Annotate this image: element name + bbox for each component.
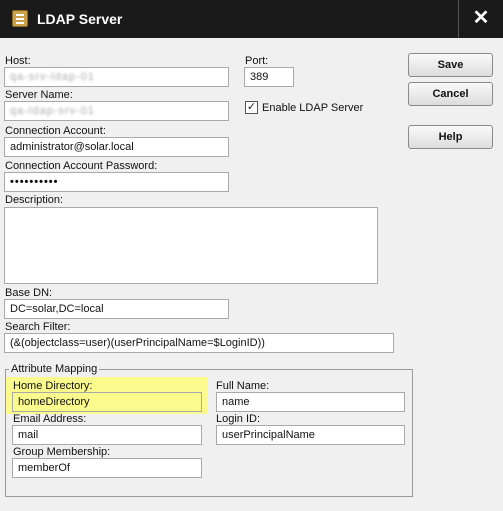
port-value: 389: [250, 71, 269, 83]
home-directory-value: homeDirectory: [18, 396, 90, 408]
group-membership-label: Group Membership:: [13, 446, 111, 458]
help-button[interactable]: Help: [408, 125, 493, 149]
email-address-value: mail: [18, 429, 39, 441]
enable-ldap-checkbox[interactable]: ✓: [245, 101, 258, 114]
server-name-field[interactable]: qa-ldap-srv-01: [4, 101, 229, 121]
host-label: Host:: [5, 55, 31, 67]
connection-password-field[interactable]: ••••••••••: [4, 172, 229, 192]
email-address-label: Email Address:: [13, 413, 87, 425]
checkmark-icon: ✓: [246, 101, 257, 113]
connection-password-label: Connection Account Password:: [5, 160, 158, 172]
description-label: Description:: [5, 194, 64, 206]
connection-account-value: administrator@solar.local: [10, 141, 134, 153]
cancel-button[interactable]: Cancel: [408, 82, 493, 106]
close-icon: ✕: [472, 7, 490, 29]
ldap-server-icon: [12, 10, 28, 27]
port-field[interactable]: 389: [244, 67, 294, 87]
save-button[interactable]: Save: [408, 53, 493, 77]
group-membership-value: memberOf: [18, 462, 70, 474]
search-filter-value: (&(objectclass=user)(userPrincipalName=$…: [10, 337, 265, 349]
connection-account-label: Connection Account:: [5, 125, 106, 137]
base-dn-value: DC=solar,DC=local: [10, 303, 104, 315]
attribute-mapping-title: Attribute Mapping: [9, 363, 100, 375]
group-membership-field[interactable]: memberOf: [12, 458, 202, 478]
base-dn-field[interactable]: DC=solar,DC=local: [4, 299, 229, 319]
close-button[interactable]: ✕: [458, 0, 503, 38]
server-name-label: Server Name:: [5, 89, 73, 101]
home-directory-label: Home Directory:: [13, 380, 93, 392]
title-bar: LDAP Server ✕: [0, 0, 503, 38]
connection-password-value: ••••••••••: [10, 176, 59, 188]
search-filter-field[interactable]: (&(objectclass=user)(userPrincipalName=$…: [4, 333, 394, 353]
full-name-value: name: [222, 396, 250, 408]
enable-ldap-label: Enable LDAP Server: [262, 102, 364, 114]
server-name-value: qa-ldap-srv-01: [10, 105, 95, 117]
login-id-field[interactable]: userPrincipalName: [216, 425, 405, 445]
home-directory-field[interactable]: homeDirectory: [12, 392, 202, 412]
login-id-value: userPrincipalName: [222, 429, 315, 441]
port-label: Port:: [245, 55, 269, 67]
search-filter-label: Search Filter:: [5, 321, 71, 333]
full-name-field[interactable]: name: [216, 392, 405, 412]
window-title: LDAP Server: [37, 11, 123, 27]
connection-account-field[interactable]: administrator@solar.local: [4, 137, 229, 157]
description-textarea[interactable]: [4, 207, 378, 284]
email-address-field[interactable]: mail: [12, 425, 202, 445]
login-id-label: Login ID:: [216, 413, 261, 425]
base-dn-label: Base DN:: [5, 287, 53, 299]
full-name-label: Full Name:: [216, 380, 270, 392]
host-field[interactable]: qa-srv-ldap-01: [4, 67, 229, 87]
host-value: qa-srv-ldap-01: [10, 71, 95, 83]
